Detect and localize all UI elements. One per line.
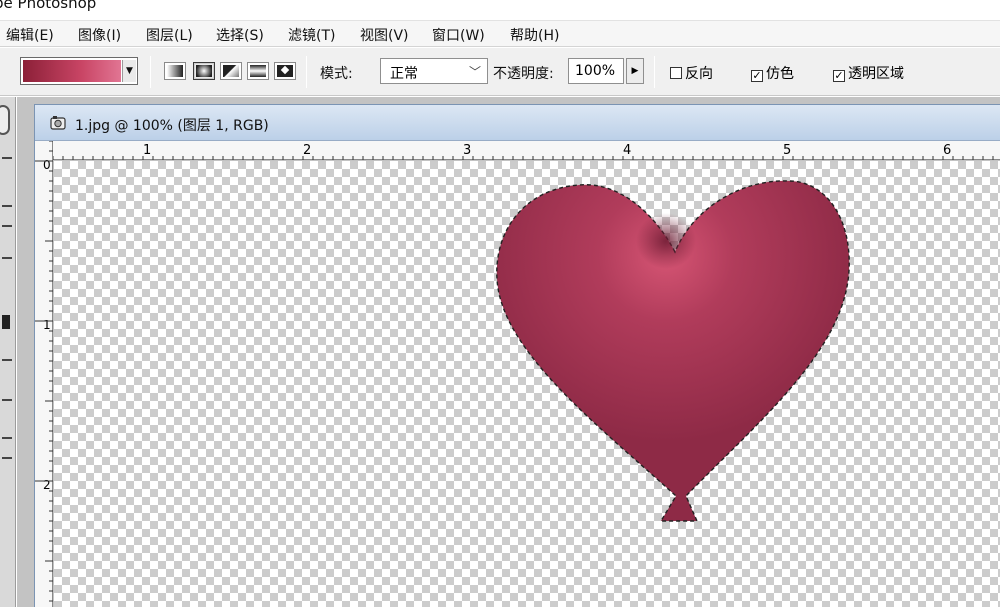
gradient-swatch[interactable] (23, 60, 121, 82)
checkmark-icon[interactable]: ✓ (833, 70, 845, 82)
menu-window[interactable]: 窗口(W) (432, 25, 485, 45)
opacity-label: 不透明度: (493, 66, 554, 82)
opacity-input[interactable]: 100% (568, 58, 624, 84)
opacity-value: 100% (575, 63, 616, 79)
transparency-checkbox[interactable]: ✓ 透明区域 (833, 63, 904, 83)
tool-icon[interactable] (2, 257, 12, 259)
reverse-checkbox[interactable]: 反向 (670, 63, 713, 83)
heart-notch-shadow (636, 213, 696, 269)
opacity-slider-arrow-icon[interactable]: ▶ (626, 58, 644, 84)
ruler-label-3: 3 (463, 143, 471, 158)
tool-icon[interactable] (2, 399, 12, 401)
diamond-gradient-icon[interactable] (274, 62, 296, 80)
menu-select[interactable]: 选择(S) (216, 25, 264, 45)
checkmark-icon[interactable]: ✓ (751, 70, 763, 82)
chevron-down-icon: ﹀ (468, 65, 481, 79)
document-titlebar[interactable]: 1.jpg @ 100% (图层 1, RGB) (35, 105, 1000, 141)
ruler-label-0v: 0 (43, 158, 51, 172)
ruler-label-4: 4 (623, 143, 631, 158)
tool-icon[interactable] (2, 359, 12, 361)
ruler-horizontal[interactable]: 1 2 3 4 5 6 (52, 141, 1000, 160)
separator (654, 56, 655, 88)
separator (306, 56, 307, 88)
mode-value: 正常 (390, 66, 418, 82)
transparency-label: 透明区域 (848, 66, 904, 82)
menu-filter[interactable]: 滤镜(T) (288, 25, 335, 45)
reflected-gradient-icon[interactable] (247, 62, 269, 80)
menu-bar: 编辑(E) 图像(I) 图层(L) 选择(S) 滤镜(T) 视图(V) 窗口(W… (0, 20, 1000, 47)
active-tool-icon[interactable] (2, 315, 10, 329)
ruler-label-2v: 2 (43, 478, 51, 492)
dither-label: 仿色 (766, 66, 794, 82)
ruler-vertical-ticks: 0 1 2 (35, 140, 53, 602)
reverse-label: 反向 (685, 66, 713, 82)
ruler-label-1v: 1 (43, 318, 51, 332)
heart-balloon-layer[interactable] (54, 161, 1000, 607)
menu-image[interactable]: 图像(I) (78, 25, 121, 45)
document-title: 1.jpg @ 100% (图层 1, RGB) (75, 118, 269, 134)
app-title: be Photoshop (0, 0, 97, 12)
ruler-label-5: 5 (783, 143, 791, 158)
tool-icon[interactable] (2, 457, 12, 459)
menu-layer[interactable]: 图层(L) (146, 25, 193, 45)
tool-icon[interactable] (0, 105, 10, 135)
ruler-label-6: 6 (943, 143, 951, 158)
reverse-checkbox-box[interactable] (670, 67, 682, 79)
canvas-transparent[interactable] (54, 161, 1000, 607)
gradient-dropdown-arrow-icon[interactable]: ▼ (122, 60, 136, 82)
dither-checkbox[interactable]: ✓ 仿色 (751, 63, 794, 83)
ruler-label-1: 1 (143, 143, 151, 158)
menu-edit[interactable]: 编辑(E) (6, 25, 54, 45)
mode-label: 模式: (320, 66, 353, 82)
ruler-label-2: 2 (303, 143, 311, 158)
tool-icon[interactable] (2, 437, 12, 439)
document-icon (50, 116, 66, 130)
toolbox (0, 97, 16, 607)
radial-gradient-icon[interactable] (193, 62, 215, 80)
app-titlebar: be Photoshop (0, 0, 1000, 20)
tool-icon[interactable] (2, 205, 12, 207)
ruler-horizontal-ticks: 1 2 3 4 5 6 (52, 143, 994, 160)
menu-view[interactable]: 视图(V) (360, 25, 409, 45)
tool-icon[interactable] (2, 157, 12, 159)
gradient-picker[interactable]: ▼ (20, 57, 138, 85)
mode-select[interactable]: 正常 ﹀ (380, 58, 488, 84)
tool-icon[interactable] (2, 225, 12, 227)
separator (150, 56, 151, 88)
linear-gradient-icon[interactable] (164, 62, 186, 80)
document-window: 1.jpg @ 100% (图层 1, RGB) 1 2 3 4 5 6 0 1… (34, 104, 1000, 607)
angle-gradient-icon[interactable] (220, 62, 242, 80)
options-bar: ▼ 模式: 正常 ﹀ 不透明度: 100% ▶ 反向 ✓ 仿色 ✓ 透明区域 (0, 48, 1000, 96)
ruler-vertical[interactable]: 0 1 2 (35, 140, 53, 607)
menu-help[interactable]: 帮助(H) (510, 25, 559, 45)
